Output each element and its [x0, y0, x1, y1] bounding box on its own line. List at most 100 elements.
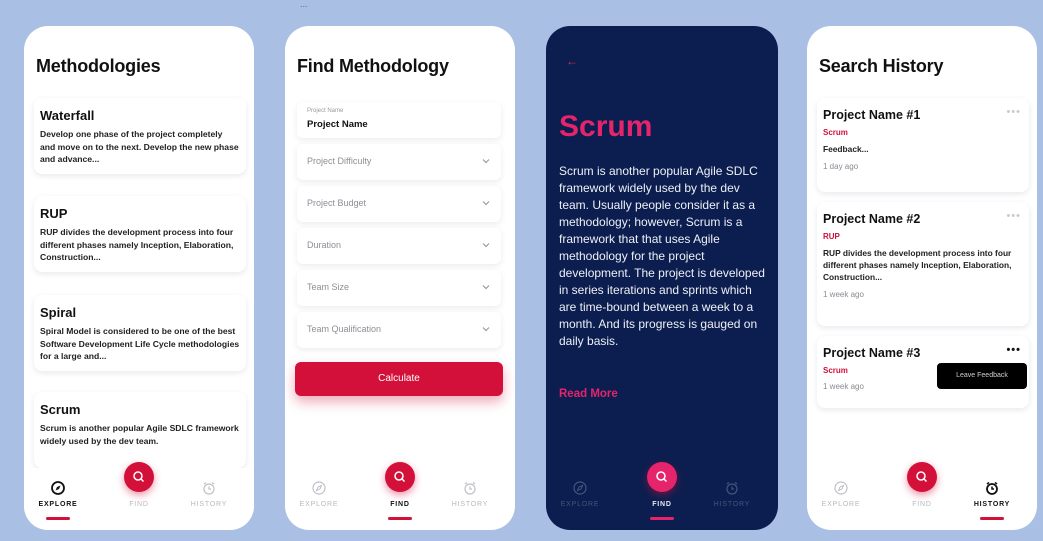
nav-label: FIND	[129, 501, 149, 508]
find-fab[interactable]	[124, 462, 154, 492]
nav-history[interactable]: HISTORY	[440, 481, 500, 508]
methodology-title: Scrum	[40, 402, 81, 417]
methodologies-screen: Methodologies Waterfall Develop one phas…	[24, 26, 254, 530]
nav-explore[interactable]: EXPLORE	[289, 481, 349, 508]
detail-title: Scrum	[559, 110, 653, 143]
history-card-1[interactable]: Project Name #1 Scrum Feedback... 1 day …	[817, 98, 1029, 192]
active-indicator	[650, 517, 674, 520]
active-indicator	[46, 517, 70, 520]
alarm-clock-icon	[203, 482, 215, 495]
search-icon	[656, 471, 668, 483]
field-placeholder: Team Qualification	[307, 324, 382, 334]
history-card-2[interactable]: Project Name #2 RUP RUP divides the deve…	[817, 202, 1029, 326]
nav-label: EXPLORE	[560, 501, 600, 508]
methodology-title: Spiral	[40, 305, 77, 320]
back-arrow-icon[interactable]: ←	[566, 54, 578, 68]
nav-history[interactable]: HISTORY	[702, 481, 762, 508]
duration-select[interactable]: Duration	[297, 228, 501, 264]
more-options-icon[interactable]: •••	[1006, 106, 1021, 118]
detail-body: Scrum is another popular Agile SDLC fram…	[559, 164, 765, 348]
chevron-down-icon	[482, 243, 490, 248]
history-time: 1 week ago	[823, 290, 864, 299]
methodology-description: Scrum is another popular Agile SDLC fram…	[40, 423, 239, 446]
search-icon	[394, 471, 406, 483]
search-icon	[916, 471, 928, 483]
nav-find[interactable]: FIND	[632, 495, 692, 508]
team-qualification-select[interactable]: Team Qualification	[297, 312, 501, 348]
calculate-button[interactable]: Calculate	[295, 362, 503, 396]
methodology-title: Waterfall	[40, 108, 95, 123]
page-title: Methodologies	[36, 56, 161, 76]
active-indicator	[980, 517, 1004, 520]
history-method: RUP	[823, 232, 840, 241]
find-fab[interactable]	[647, 462, 677, 492]
methodology-card-rup[interactable]: RUP RUP divides the development process …	[34, 196, 246, 272]
search-icon	[133, 471, 145, 483]
nav-explore[interactable]: EXPLORE	[811, 481, 871, 508]
more-options-icon[interactable]: •••	[1006, 344, 1021, 356]
nav-label: EXPLORE	[38, 501, 78, 508]
methodology-title: RUP	[40, 206, 68, 221]
compass-icon	[51, 481, 65, 495]
field-placeholder: Project Budget	[307, 198, 367, 208]
nav-explore[interactable]: EXPLORE	[28, 481, 88, 508]
field-placeholder: Duration	[307, 240, 342, 250]
find-fab[interactable]	[385, 462, 415, 492]
field-label: Project Name	[307, 108, 344, 114]
chevron-down-icon	[482, 327, 490, 332]
nav-history[interactable]: HISTORY	[179, 481, 239, 508]
methodology-description: Develop one phase of the project complet…	[40, 129, 239, 164]
nav-label: FIND	[390, 501, 410, 508]
bottom-nav: EXPLORE FIND HISTORY	[546, 460, 778, 530]
history-method: Scrum	[823, 128, 848, 137]
history-time: 1 day ago	[823, 162, 859, 171]
nav-label: HISTORY	[451, 501, 489, 508]
find-methodology-screen: Find Methodology Project Name Project Na…	[285, 26, 515, 530]
methodology-card-scrum[interactable]: Scrum Scrum is another popular Agile SDL…	[34, 392, 246, 468]
project-name-field[interactable]: Project Name Project Name	[297, 102, 501, 138]
methodology-description: RUP divides the development process into…	[40, 227, 234, 262]
nav-label: EXPLORE	[299, 501, 339, 508]
alarm-clock-icon	[726, 482, 738, 495]
methodology-card-spiral[interactable]: Spiral Spiral Model is considered to be …	[34, 295, 246, 371]
chevron-down-icon	[482, 201, 490, 206]
more-options-icon[interactable]: •••	[1006, 210, 1021, 222]
bottom-nav: EXPLORE FIND HISTORY	[285, 460, 515, 530]
bottom-nav: EXPLORE FIND HISTORY	[24, 462, 254, 530]
compass-icon	[834, 481, 848, 495]
alarm-clock-icon	[464, 482, 476, 495]
nav-explore[interactable]: EXPLORE	[550, 481, 610, 508]
nav-label: FIND	[652, 501, 672, 508]
project-budget-select[interactable]: Project Budget	[297, 186, 501, 222]
page-title: Find Methodology	[297, 56, 449, 76]
project-difficulty-select[interactable]: Project Difficulty	[297, 144, 501, 180]
read-more-link[interactable]: Read More	[559, 388, 618, 400]
alarm-clock-icon	[986, 481, 998, 495]
bottom-nav: EXPLORE FIND HISTORY	[807, 460, 1037, 530]
chevron-down-icon	[482, 285, 490, 290]
nav-label: HISTORY	[190, 501, 228, 508]
field-placeholder: Team Size	[307, 282, 350, 292]
nav-find[interactable]: FIND	[892, 495, 952, 508]
nav-label: FIND	[912, 501, 932, 508]
compass-icon	[573, 481, 587, 495]
chevron-down-icon	[482, 159, 490, 164]
compass-icon	[312, 481, 326, 495]
history-project-title: Project Name #2	[823, 212, 921, 226]
nav-history[interactable]: HISTORY	[962, 481, 1022, 508]
caption-fragment: ...	[300, 0, 308, 9]
search-history-screen: Search History Project Name #1 Scrum Fee…	[807, 26, 1037, 530]
history-project-title: Project Name #3	[823, 346, 921, 360]
team-size-select[interactable]: Team Size	[297, 270, 501, 306]
nav-label: EXPLORE	[821, 501, 861, 508]
nav-label: HISTORY	[713, 501, 751, 508]
leave-feedback-tooltip[interactable]: Leave Feedback	[937, 363, 1027, 389]
find-fab[interactable]	[907, 462, 937, 492]
nav-find[interactable]: FIND	[370, 495, 430, 508]
methodology-description: Spiral Model is considered to be one of …	[40, 326, 240, 361]
methodology-card-waterfall[interactable]: Waterfall Develop one phase of the proje…	[34, 98, 246, 174]
nav-find[interactable]: FIND	[109, 495, 169, 508]
page-title: Search History	[819, 56, 944, 76]
nav-label: HISTORY	[973, 501, 1011, 508]
field-placeholder: Project Difficulty	[307, 156, 372, 166]
